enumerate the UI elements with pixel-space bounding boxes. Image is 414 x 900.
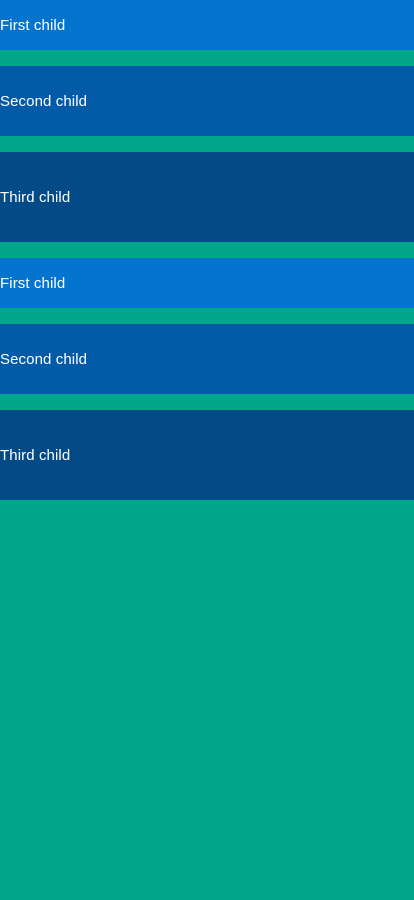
second-child-block: Second child: [0, 324, 414, 394]
third-child-label: Third child: [0, 188, 71, 206]
third-child-block: Third child: [0, 410, 414, 500]
group-gap-spacer: [0, 242, 414, 258]
second-child-block: Second child: [0, 66, 414, 136]
child-group-1: First child Second child Third child: [0, 0, 414, 242]
first-child-block: First child: [0, 258, 414, 308]
first-child-label: First child: [0, 274, 66, 292]
gap-spacer: [0, 136, 414, 152]
second-child-label: Second child: [0, 350, 88, 368]
gap-spacer: [0, 308, 414, 324]
second-child-label: Second child: [0, 92, 88, 110]
gap-spacer: [0, 50, 414, 66]
screen: First child Second child Third child Fir…: [0, 0, 414, 900]
third-child-label: Third child: [0, 446, 71, 464]
child-group-2: First child Second child Third child: [0, 258, 414, 500]
third-child-block: Third child: [0, 152, 414, 242]
gap-spacer: [0, 394, 414, 410]
first-child-block: First child: [0, 0, 414, 50]
first-child-label: First child: [0, 16, 66, 34]
